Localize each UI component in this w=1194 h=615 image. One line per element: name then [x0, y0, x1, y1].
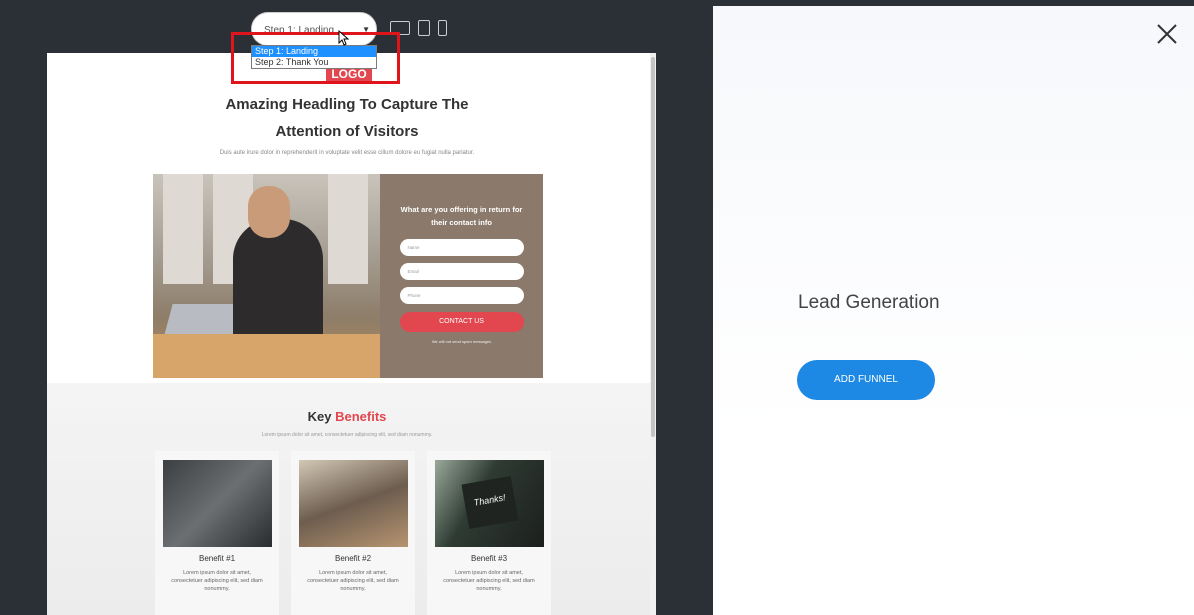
- funnel-detail-panel: [713, 6, 1194, 615]
- benefit-image: [298, 460, 408, 547]
- highlight-box: [231, 32, 400, 84]
- headline-line-1: Amazing Headling To Capture The: [225, 96, 469, 113]
- page-headline: Amazing Headling To Capture The Attentio…: [177, 91, 517, 145]
- tablet-icon[interactable]: [418, 20, 430, 36]
- scrollbar-thumb[interactable]: [651, 57, 655, 437]
- funnel-name: Lead Generation: [798, 292, 940, 313]
- benefit-title: Benefit #2: [334, 554, 372, 563]
- benefit-title: Benefit #1: [198, 554, 236, 563]
- benefit-card: Benefit #2 Lorem ipsum dolor sit amet, c…: [291, 451, 415, 615]
- email-field[interactable]: Email: [399, 263, 524, 280]
- hero-section: What are you offering in return for thei…: [153, 174, 543, 378]
- headline-line-2: Attention of Visitors: [275, 123, 419, 140]
- form-question-line-1: What are you offering in return for: [400, 205, 523, 214]
- form-question-line-2: their contact info: [431, 218, 492, 227]
- benefit-title: Benefit #3: [470, 554, 508, 563]
- benefits-title: Key Benefits: [247, 409, 447, 424]
- phone-field[interactable]: Phone: [399, 287, 524, 304]
- benefits-title-accent: Benefits: [335, 409, 387, 424]
- close-icon[interactable]: [1155, 22, 1179, 46]
- mouse-cursor-icon: [338, 30, 350, 46]
- benefit-image: [162, 460, 272, 547]
- benefit-desc: Lorem ipsum dolor sit amet, consectetuer…: [443, 570, 535, 592]
- form-question: What are you offering in return for thei…: [390, 203, 533, 229]
- name-field[interactable]: Name: [399, 239, 524, 256]
- page-preview: LOGO Amazing Headling To Capture The Att…: [47, 53, 656, 615]
- add-funnel-button[interactable]: ADD FUNNEL: [797, 360, 935, 400]
- benefits-subtitle: Lorem ipsum dolor sit amet, consectetuer…: [261, 432, 433, 438]
- benefit-card: Thanks! Benefit #3 Lorem ipsum dolor sit…: [427, 451, 551, 615]
- benefits-title-main: Key: [307, 409, 332, 424]
- benefit-card: Benefit #1 Lorem ipsum dolor sit amet, c…: [155, 451, 279, 615]
- benefit-cards: Benefit #1 Lorem ipsum dolor sit amet, c…: [155, 451, 551, 615]
- spam-note: We will not send spam messages: [431, 339, 492, 344]
- benefit-image: Thanks!: [434, 460, 544, 547]
- phone-icon[interactable]: [438, 20, 447, 36]
- benefit-desc: Lorem ipsum dolor sit amet, consectetuer…: [171, 570, 263, 592]
- contact-us-button[interactable]: CONTACT US: [399, 312, 524, 332]
- preview-scrollbar[interactable]: [650, 53, 656, 615]
- page-subtext: Duis aute irure dolor in reprehenderit i…: [219, 150, 475, 156]
- lead-form: What are you offering in return for thei…: [380, 174, 543, 378]
- hero-image: [153, 174, 380, 378]
- thanks-note: Thanks!: [460, 476, 519, 529]
- benefit-desc: Lorem ipsum dolor sit amet, consectetuer…: [307, 570, 399, 592]
